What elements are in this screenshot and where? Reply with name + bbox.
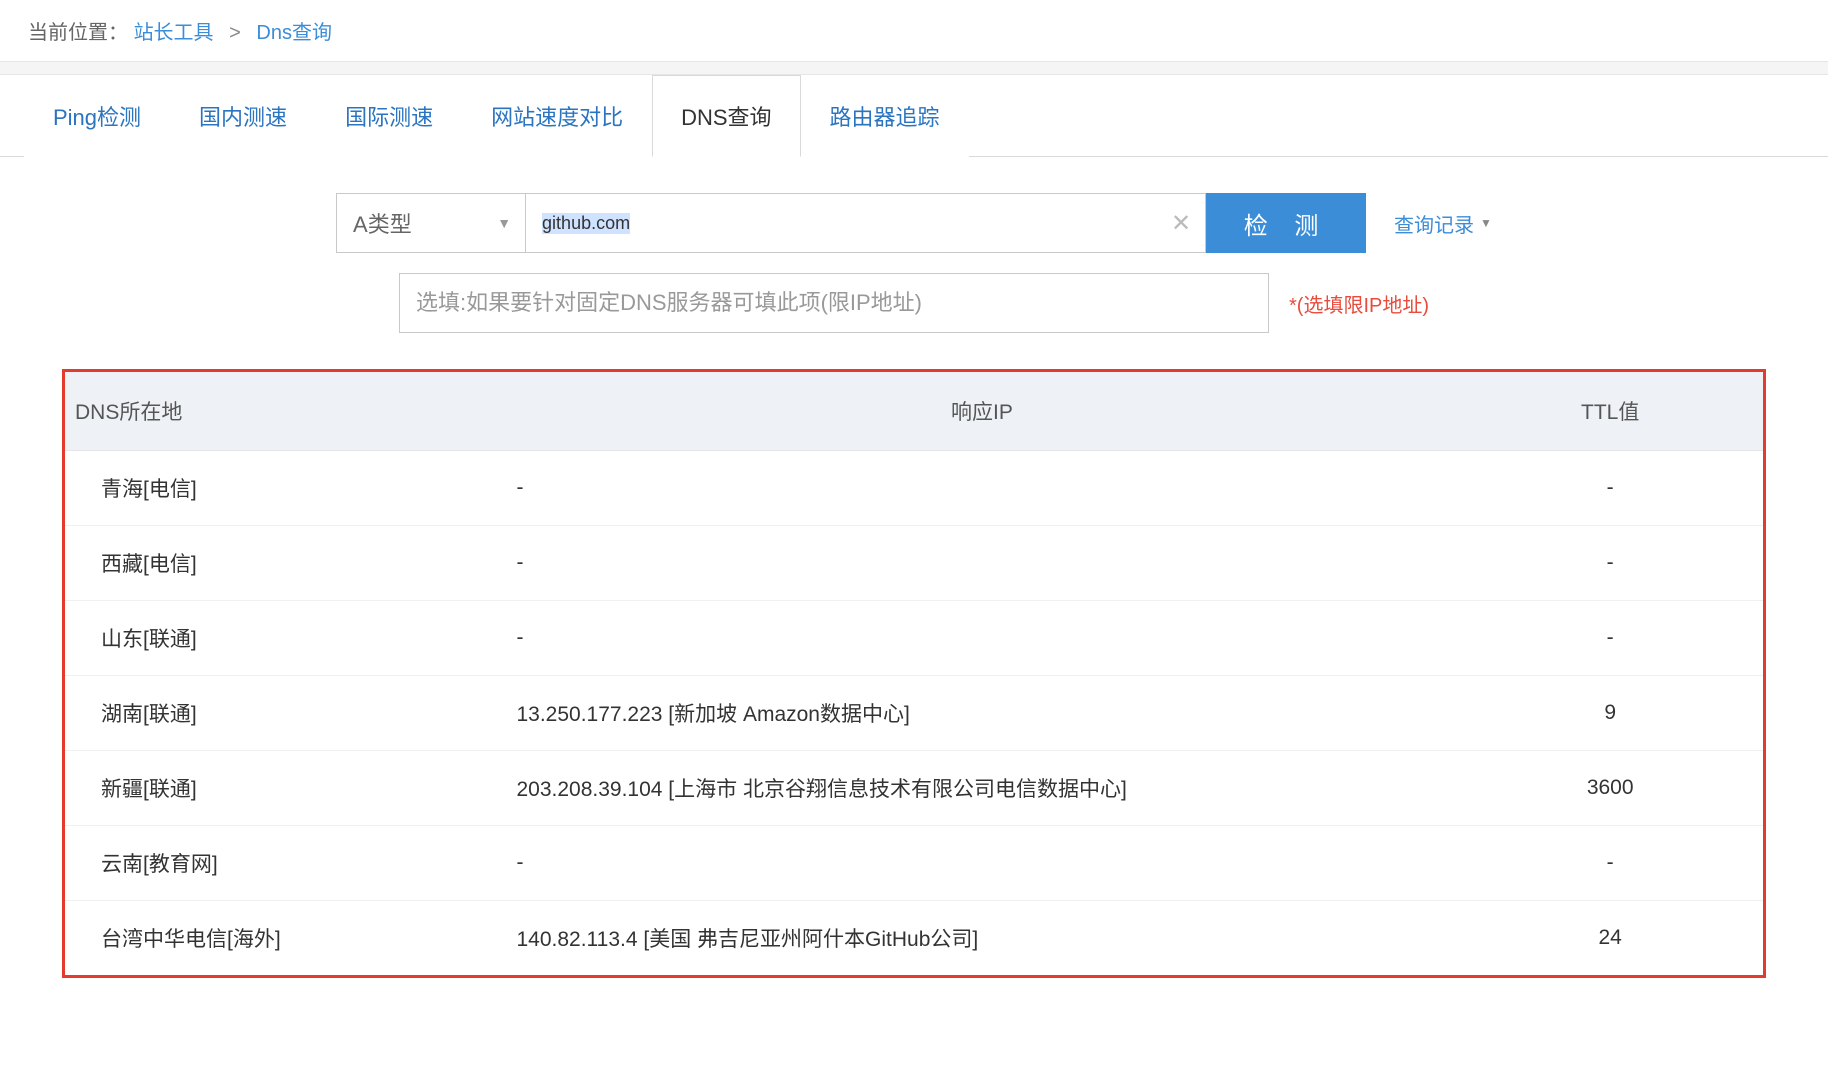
table-row: 台湾中华电信[海外]140.82.113.4 [美国 弗吉尼亚州阿什本GitHu…: [65, 901, 1763, 976]
results-section: DNS所在地 响应IP TTL值 青海[电信]--西藏[电信]--山东[联通]-…: [0, 369, 1828, 982]
history-link[interactable]: 查询记录 ▼: [1394, 209, 1492, 238]
submit-button[interactable]: 检 测: [1206, 193, 1366, 253]
clear-input-button[interactable]: ✕: [1171, 209, 1191, 238]
cell-location: 青海[电信]: [65, 451, 506, 526]
results-table: DNS所在地 响应IP TTL值 青海[电信]--西藏[电信]--山东[联通]-…: [65, 372, 1763, 975]
cell-location: 山东[联通]: [65, 601, 506, 676]
cell-ttl: 24: [1457, 901, 1763, 976]
chevron-down-icon: ▼: [1480, 216, 1492, 230]
cell-ip: -: [506, 526, 1457, 601]
cell-location: 云南[教育网]: [65, 826, 506, 901]
cell-ip: -: [506, 451, 1457, 526]
cell-ip: 13.250.177.223 [新加坡 Amazon数据中心]: [506, 676, 1457, 751]
tab-domestic-speed[interactable]: 国内测速: [170, 75, 316, 157]
cell-location: 湖南[联通]: [65, 676, 506, 751]
dns-server-row: *(选填限IP地址): [0, 273, 1828, 333]
history-link-label: 查询记录: [1394, 209, 1474, 238]
cell-ip: -: [506, 601, 1457, 676]
close-icon: ✕: [1171, 210, 1191, 237]
table-row: 云南[教育网]--: [65, 826, 1763, 901]
cell-ttl: -: [1457, 601, 1763, 676]
breadcrumb-sep: >: [229, 22, 241, 44]
tab-traceroute[interactable]: 路由器追踪: [801, 75, 969, 157]
tab-intl-speed[interactable]: 国际测速: [316, 75, 462, 157]
header-location: DNS所在地: [65, 372, 506, 451]
table-row: 新疆[联通]203.208.39.104 [上海市 北京谷翔信息技术有限公司电信…: [65, 751, 1763, 826]
table-row: 西藏[电信]--: [65, 526, 1763, 601]
breadcrumb-label: 当前位置：: [28, 22, 128, 44]
cell-location: 台湾中华电信[海外]: [65, 901, 506, 976]
results-highlight-box: DNS所在地 响应IP TTL值 青海[电信]--西藏[电信]--山东[联通]-…: [62, 369, 1766, 978]
dns-note: *(选填限IP地址): [1289, 289, 1429, 318]
cell-ttl: -: [1457, 826, 1763, 901]
cell-ttl: -: [1457, 526, 1763, 601]
tab-ping[interactable]: Ping检测: [24, 75, 170, 157]
table-header-row: DNS所在地 响应IP TTL值: [65, 372, 1763, 451]
breadcrumb-link-dns[interactable]: Dns查询: [256, 22, 332, 44]
domain-input[interactable]: github.com: [542, 213, 630, 234]
cell-ip: 140.82.113.4 [美国 弗吉尼亚州阿什本GitHub公司]: [506, 901, 1457, 976]
cell-ttl: 3600: [1457, 751, 1763, 826]
cell-ip: -: [506, 826, 1457, 901]
query-row: A类型 ▼ github.com ✕ 检 测 查询记录 ▼: [0, 193, 1828, 253]
chevron-down-icon: ▼: [497, 215, 511, 231]
domain-input-wrap: github.com ✕: [526, 193, 1206, 253]
record-type-value: A类型: [353, 207, 412, 239]
tab-site-compare[interactable]: 网站速度对比: [462, 75, 652, 157]
cell-location: 新疆[联通]: [65, 751, 506, 826]
tab-bar: Ping检测 国内测速 国际测速 网站速度对比 DNS查询 路由器追踪: [0, 75, 1828, 157]
table-row: 青海[电信]--: [65, 451, 1763, 526]
header-ip: 响应IP: [506, 372, 1457, 451]
record-type-select[interactable]: A类型 ▼: [336, 193, 526, 253]
breadcrumb: 当前位置： 站长工具 > Dns查询: [0, 0, 1828, 61]
tab-dns-query[interactable]: DNS查询: [652, 75, 800, 157]
header-ttl: TTL值: [1457, 372, 1763, 451]
cell-ip: 203.208.39.104 [上海市 北京谷翔信息技术有限公司电信数据中心]: [506, 751, 1457, 826]
cell-location: 西藏[电信]: [65, 526, 506, 601]
dns-server-input[interactable]: [399, 273, 1269, 333]
section-divider: [0, 61, 1828, 75]
cell-ttl: 9: [1457, 676, 1763, 751]
table-row: 湖南[联通]13.250.177.223 [新加坡 Amazon数据中心]9: [65, 676, 1763, 751]
cell-ttl: -: [1457, 451, 1763, 526]
breadcrumb-link-tools[interactable]: 站长工具: [134, 22, 214, 44]
table-row: 山东[联通]--: [65, 601, 1763, 676]
